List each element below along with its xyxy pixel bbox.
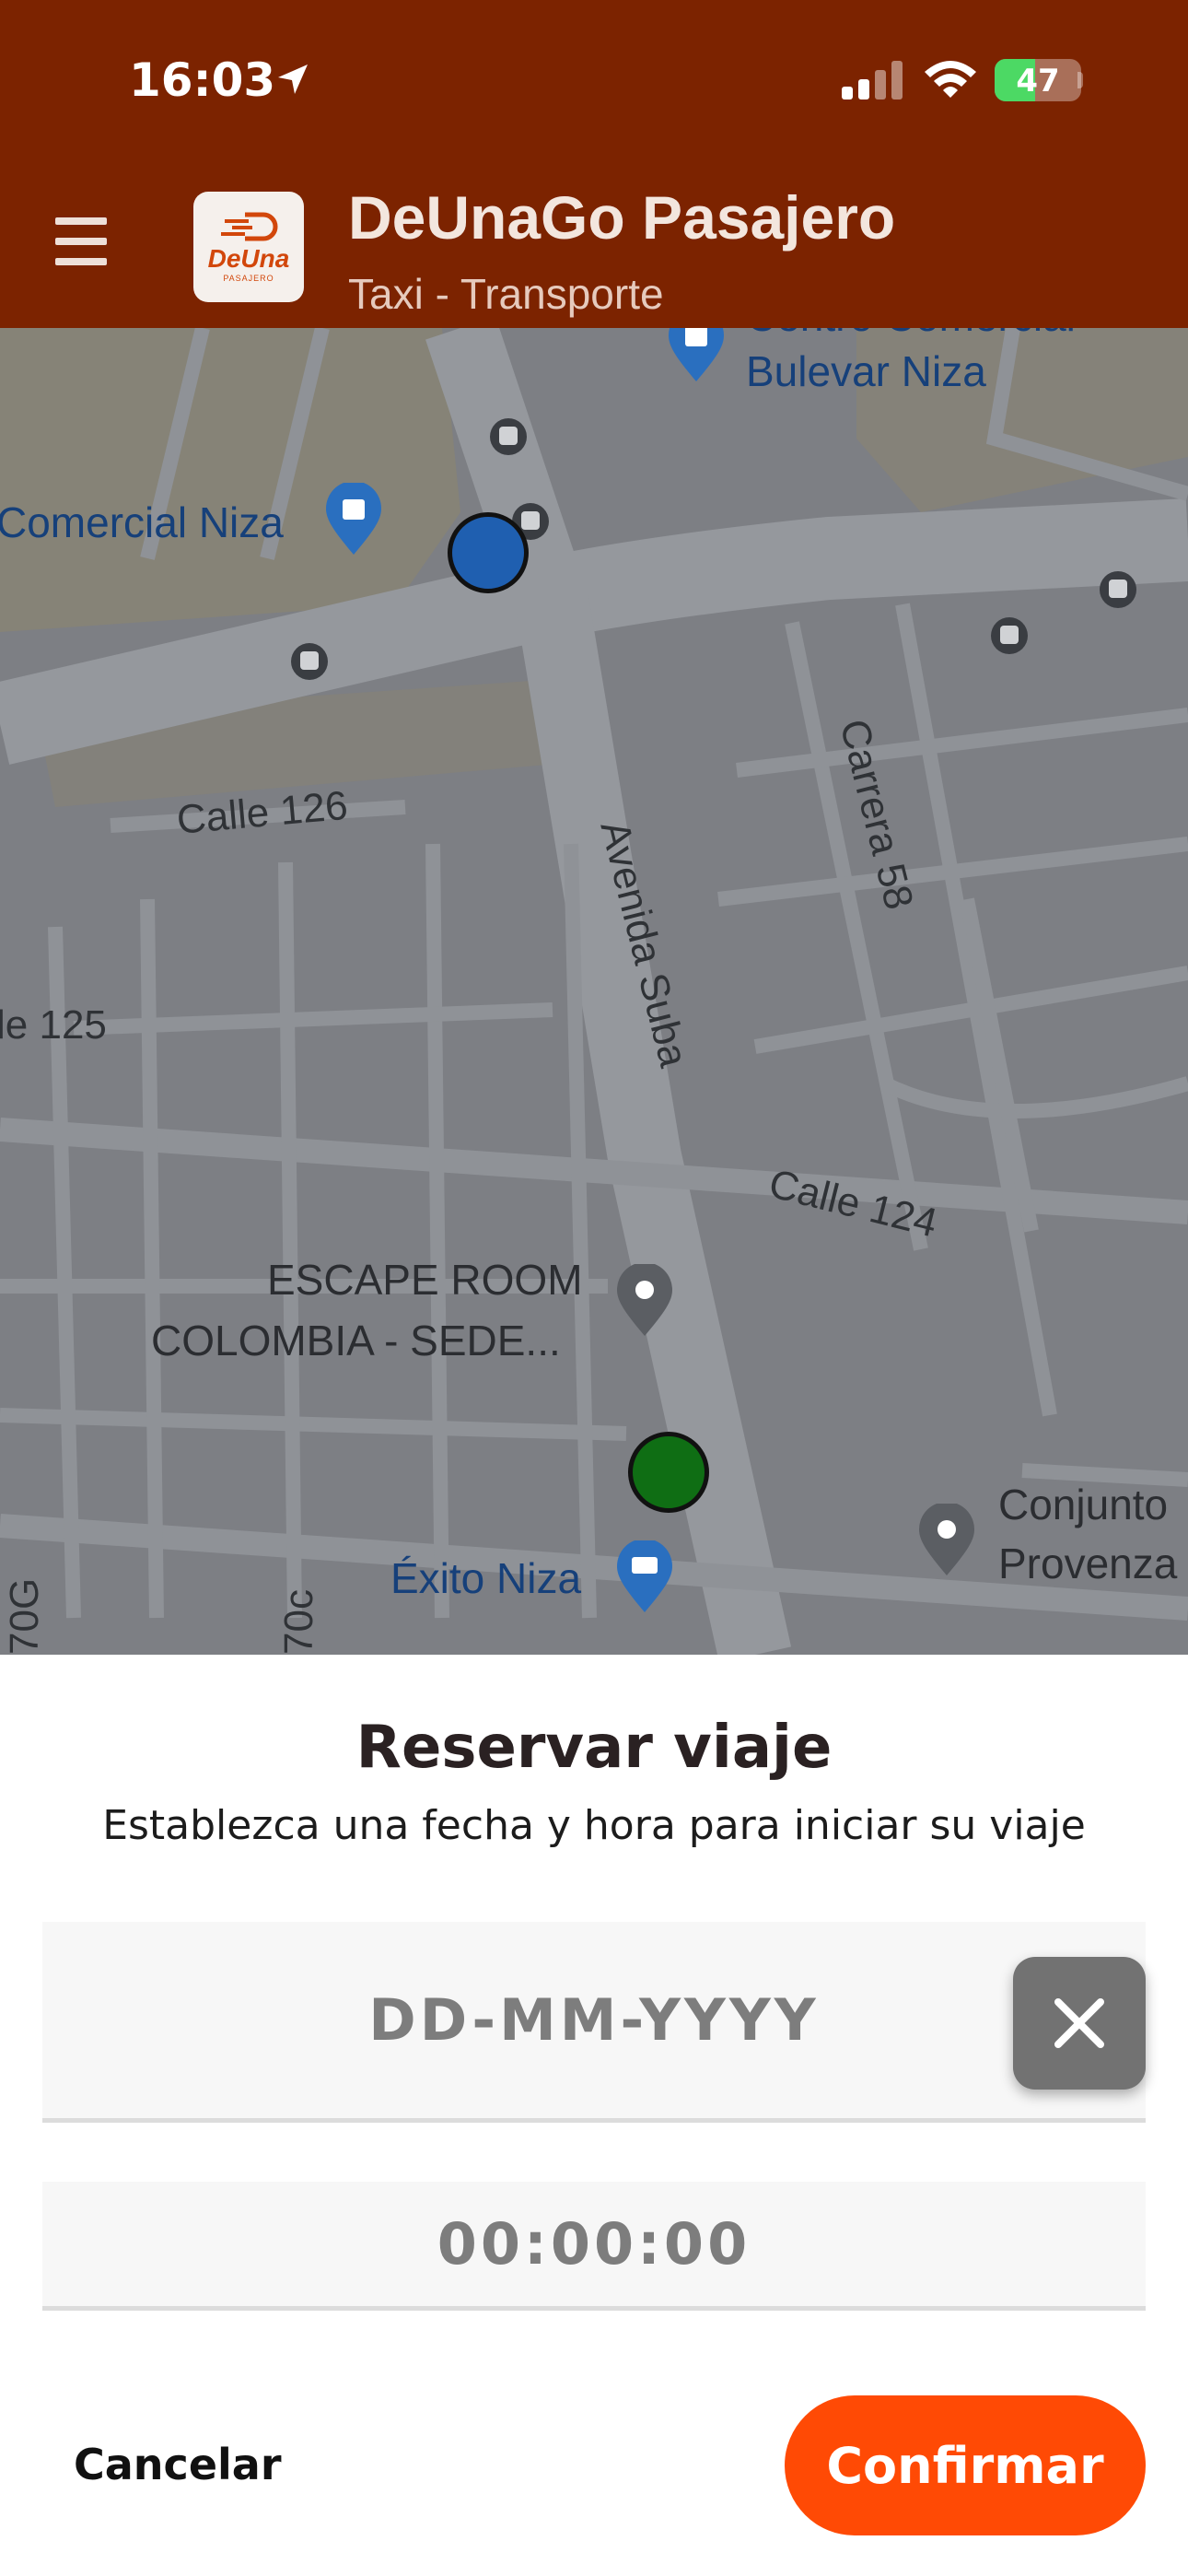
- app-title: DeUnaGo Pasajero: [348, 183, 896, 252]
- map-label-70g: 70G: [2, 1577, 47, 1655]
- cart-pin-icon[interactable]: [615, 1540, 674, 1614]
- location-pin-icon[interactable]: [615, 1264, 674, 1338]
- map-label-centro-comercial: Centro Comercial: [746, 328, 1076, 341]
- clear-date-button[interactable]: [1013, 1957, 1146, 2090]
- logo-word: DeUna: [207, 244, 290, 273]
- wifi-icon: [925, 61, 976, 98]
- map-label-70c: 70c: [276, 1589, 321, 1655]
- map-label-escape-room-sede: COLOMBIA - SEDE...: [151, 1317, 561, 1364]
- shopping-pin-icon[interactable]: [324, 483, 383, 556]
- map-label-bulevar-niza: Bulevar Niza: [746, 347, 986, 395]
- map-label-escape-room: ESCAPE ROOM: [267, 1256, 583, 1304]
- app-header: 16:03 47 DeUna PASAJERO DeUnaGo Pasajero…: [0, 0, 1188, 328]
- map-label-conjunto: Conjunto: [998, 1481, 1169, 1528]
- bus-stop-icon[interactable]: [289, 641, 330, 682]
- logo-subtext: PASAJERO: [223, 274, 274, 283]
- sheet-title: Reservar viaje: [355, 1714, 833, 1782]
- shopping-pin-icon[interactable]: [667, 328, 726, 383]
- map-view[interactable]: Centro Comercial Bulevar Niza Comercial …: [0, 328, 1188, 1655]
- date-field[interactable]: DD-MM-YYYY: [42, 1922, 1146, 2123]
- battery-indicator: 47: [995, 59, 1081, 101]
- map-label-provenza: Provenza: [998, 1540, 1178, 1587]
- date-placeholder: DD-MM-YYYY: [368, 1986, 820, 2054]
- sheet-subtitle: Establezca una fecha y hora para iniciar…: [102, 1802, 1086, 1849]
- bus-stop-icon[interactable]: [989, 615, 1030, 656]
- map-label-calle-125: le 125: [0, 1002, 107, 1048]
- map-label-comercial-niza: Comercial Niza: [0, 498, 284, 546]
- app-logo: DeUna PASAJERO: [193, 192, 304, 302]
- close-icon: [1054, 1998, 1104, 2048]
- location-arrow-icon: [278, 64, 308, 94]
- location-pin-icon[interactable]: [917, 1504, 976, 1577]
- reservation-sheet: Reservar viaje Establezca una fecha y ho…: [0, 1655, 1188, 2576]
- hamburger-menu-icon[interactable]: [55, 217, 123, 273]
- status-time: 16:03: [129, 53, 276, 107]
- time-placeholder: 00:00:00: [437, 2210, 751, 2277]
- battery-text: 47: [1016, 63, 1060, 100]
- bus-stop-icon[interactable]: [488, 416, 529, 457]
- map-label-exito-niza: Éxito Niza: [390, 1554, 582, 1602]
- time-field[interactable]: 00:00:00: [42, 2182, 1146, 2311]
- cellular-signal-icon: [842, 61, 903, 100]
- origin-marker[interactable]: [448, 512, 529, 593]
- confirm-button[interactable]: Confirmar: [785, 2395, 1146, 2535]
- cancel-button[interactable]: Cancelar: [74, 2440, 282, 2489]
- logo-speed-icon: [221, 212, 278, 241]
- battery-cap: [1077, 72, 1083, 88]
- destination-marker[interactable]: [628, 1432, 709, 1513]
- bus-stop-icon[interactable]: [1098, 569, 1138, 610]
- app-subtitle: Taxi - Transporte: [348, 270, 664, 318]
